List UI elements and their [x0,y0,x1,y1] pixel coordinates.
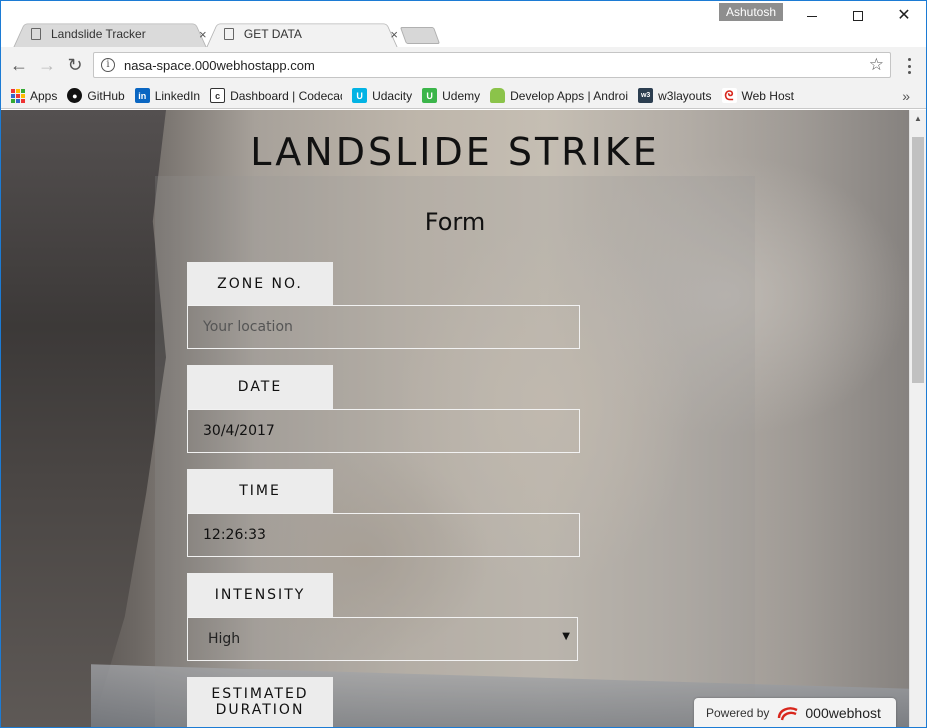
background-cliff [1,110,166,728]
bookmark-label: LinkedIn [154,88,201,103]
tab-landslide-tracker[interactable]: Landslide Tracker × [13,20,207,48]
forward-button[interactable]: → [37,55,57,75]
form-panel: Form ZONE NO. DATE TIME INTENSITY High ▼… [155,176,755,728]
title-bar: Ashutosh ✕ Landslide Tracker × GET DATA … [0,0,927,48]
time-label: TIME [187,469,333,513]
w3layouts-icon: w3 [638,88,654,103]
tab-close-icon[interactable]: × [199,27,207,42]
bookmark-label: Web Host [741,88,794,103]
close-icon: ✕ [897,7,911,24]
page-icon [224,28,234,40]
window-close-button[interactable]: ✕ [881,1,927,31]
brand-name: 000webhost [805,705,881,721]
minimize-button[interactable] [789,1,835,31]
tab-title: GET DATA [243,27,302,41]
powered-by-badge[interactable]: Powered by 000webhost [694,698,896,728]
udacity-icon: U [352,88,368,103]
bookmark-label: GitHub [87,88,125,103]
bookmark-label: Udemy [442,88,481,103]
powered-by-text: Powered by [706,706,770,720]
profile-badge[interactable]: Ashutosh [719,3,783,21]
bookmark-linkedin[interactable]: in LinkedIn [130,85,205,107]
dropdown-arrow-icon: ▼ [562,631,570,642]
bookmark-codecademy[interactable]: c Dashboard | Codecademy [205,85,347,107]
bookmark-android[interactable]: Develop Apps | Android [485,85,633,107]
bookmarks-overflow-button[interactable]: » [902,88,910,104]
time-input[interactable] [187,513,580,557]
webhost-icon: ᘓ [721,88,737,103]
github-icon: ● [67,88,83,103]
page-icon [31,28,41,40]
duration-label: ESTIMATED DURATION [187,677,333,727]
bookmark-apps[interactable]: Apps [1,85,62,107]
date-label: DATE [187,365,333,409]
page-viewport: LANDSLIDE STRIKE Form ZONE NO. DATE TIME… [1,110,909,728]
vertical-scrollbar[interactable]: ▲ [909,110,926,728]
reload-button[interactable]: ↻ [65,55,85,75]
bookmark-label: Apps [30,88,58,103]
udemy-icon: U [422,88,438,103]
bookmarks-bar: Apps ● GitHub in LinkedIn c Dashboard | … [1,83,926,109]
arrow-left-icon: ← [10,54,28,75]
apps-grid-icon [11,88,25,103]
intensity-selected-value: High [208,631,241,647]
minimize-icon [807,15,817,17]
bookmark-label: Dashboard | Codecademy [230,88,342,103]
page-title: LANDSLIDE STRIKE [250,130,660,174]
tab-close-icon[interactable]: × [390,27,398,42]
bookmark-web-host[interactable]: ᘓ Web Host [717,85,799,107]
bookmark-udacity[interactable]: U Udacity [347,85,417,107]
new-tab-button[interactable] [399,27,441,44]
000webhost-logo-icon [778,707,798,721]
back-button[interactable]: ← [9,55,29,75]
scrollbar-thumb[interactable] [912,137,924,383]
codecademy-icon: c [210,88,226,103]
scroll-up-icon[interactable]: ▲ [914,114,922,123]
intensity-label: INTENSITY [187,573,333,617]
tab-get-data[interactable]: GET DATA × [206,20,398,48]
bookmark-star-icon[interactable]: ☆ [869,55,884,75]
arrow-right-icon: → [38,54,56,75]
browser-menu-button[interactable] [901,56,917,76]
form-title: Form [424,208,486,236]
reload-icon: ↻ [67,54,83,75]
address-bar[interactable]: i nasa-space.000webhostapp.com ☆ [93,52,891,78]
linkedin-icon: in [134,88,150,103]
tab-title: Landslide Tracker [51,27,146,41]
url-text[interactable]: nasa-space.000webhostapp.com [124,58,315,73]
maximize-icon [853,11,863,21]
bookmark-label: w3layouts [658,88,712,103]
bookmark-label: Develop Apps | Android [510,88,629,103]
maximize-button[interactable] [835,1,881,31]
bookmark-w3layouts[interactable]: w3 w3layouts [633,85,716,107]
info-icon[interactable]: i [101,58,115,72]
bookmark-udemy[interactable]: U Udemy [417,85,485,107]
zone-input[interactable] [187,305,580,349]
bookmark-label: Udacity [372,88,413,103]
android-icon [490,88,506,103]
zone-label: ZONE NO. [187,262,333,306]
date-input[interactable] [187,409,580,453]
intensity-select[interactable]: High ▼ [187,617,578,661]
bookmark-github[interactable]: ● GitHub [62,85,129,107]
browser-toolbar: ← → ↻ i nasa-space.000webhostapp.com ☆ [1,47,926,83]
